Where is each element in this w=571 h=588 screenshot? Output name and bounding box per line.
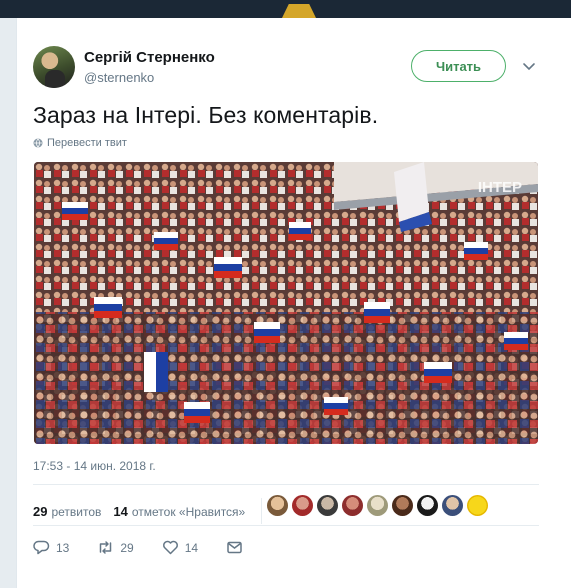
- chevron-down-icon[interactable]: [521, 58, 537, 74]
- reply-count: 13: [56, 540, 70, 555]
- avatar[interactable]: [267, 495, 288, 516]
- globe-icon: [33, 138, 43, 148]
- tweet-timestamp[interactable]: 17:53 - 14 июн. 2018 г.: [33, 459, 156, 473]
- like-count: 14: [113, 503, 128, 519]
- top-bar: [0, 0, 571, 18]
- retweet-icon: [100, 541, 112, 554]
- avatar[interactable]: [367, 495, 388, 516]
- author-avatar[interactable]: [33, 46, 75, 88]
- avatar[interactable]: [317, 495, 338, 516]
- translate-label: Перевести твит: [47, 137, 127, 149]
- retweet-action-count: 29: [120, 540, 134, 555]
- avatar[interactable]: [392, 495, 413, 516]
- message-button[interactable]: [226, 539, 243, 556]
- retweet-stat[interactable]: 29 ретвитов: [33, 504, 101, 519]
- avatar[interactable]: [342, 495, 363, 516]
- media-watermark: ІНТЕР: [478, 179, 522, 196]
- crowd-image: ІНТЕР: [34, 162, 538, 444]
- like-action-count: 14: [184, 540, 199, 555]
- divider: [33, 525, 539, 526]
- tweet-media[interactable]: ІНТЕР: [34, 162, 538, 444]
- logo-mark: [282, 4, 316, 18]
- follow-button[interactable]: Читать: [411, 50, 506, 82]
- translate-link[interactable]: Перевести твит: [33, 137, 127, 149]
- stats-separator: [261, 498, 263, 524]
- like-stat[interactable]: 14 отметок «Нравится»: [113, 504, 245, 519]
- retweet-stat-label: ретвитов: [51, 504, 102, 519]
- avatar[interactable]: [292, 495, 313, 516]
- retweet-button[interactable]: 29: [97, 539, 134, 556]
- engagement-stats: 29 ретвитов 14 отметок «Нравится»: [33, 498, 266, 524]
- avatar[interactable]: [442, 495, 463, 516]
- liker-avatars: [267, 495, 488, 516]
- author-handle[interactable]: @sternenko: [84, 70, 154, 85]
- divider: [33, 484, 539, 485]
- author-name[interactable]: Сергій Стерненко: [84, 49, 215, 66]
- mail-icon: [227, 541, 242, 554]
- like-button[interactable]: 14: [162, 539, 198, 556]
- tweet-text: Зараз на Інтері. Без коментарів.: [33, 102, 379, 128]
- tweet-actions: 13 29 14: [33, 539, 271, 556]
- reply-button[interactable]: 13: [33, 539, 69, 556]
- retweet-count: 29: [33, 503, 48, 519]
- reply-icon: [33, 540, 50, 555]
- avatar[interactable]: [417, 495, 438, 516]
- heart-icon: [162, 540, 178, 555]
- avatar[interactable]: [467, 495, 488, 516]
- tweet-card: Сергій Стерненко @sternenko Читать Зараз…: [16, 18, 571, 588]
- like-stat-label: отметок «Нравится»: [131, 504, 246, 519]
